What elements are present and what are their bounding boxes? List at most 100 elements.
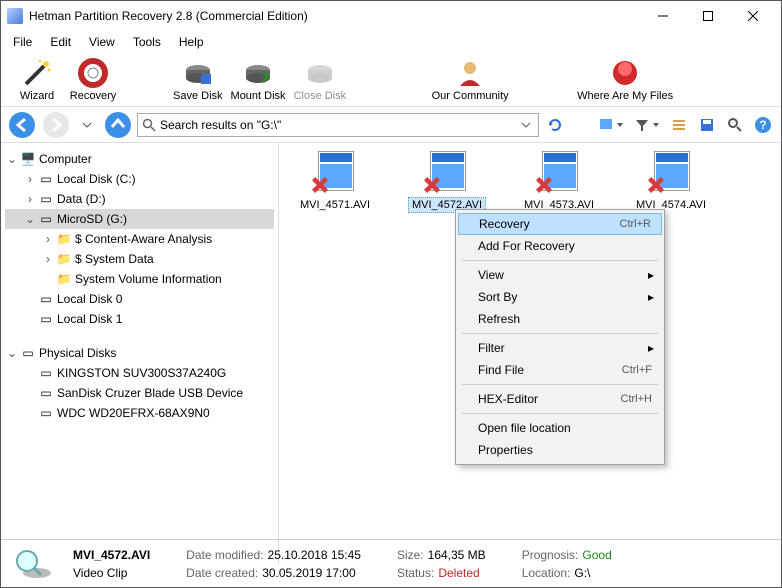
video-file-deleted-icon [534, 151, 584, 193]
close-disk-label: Close Disk [294, 90, 347, 102]
disk-icon: ▭ [37, 405, 55, 421]
status-size-label: Size: [397, 548, 424, 562]
tree-svi[interactable]: 📁System Volume Information [5, 269, 274, 289]
ctx-filter[interactable]: Filter▸ [458, 337, 662, 359]
refresh-button[interactable] [543, 113, 567, 137]
back-button[interactable] [7, 110, 37, 140]
disk-save-icon [182, 57, 214, 89]
menu-file[interactable]: File [5, 33, 40, 51]
ctx-sort-by[interactable]: Sort By▸ [458, 286, 662, 308]
minimize-button[interactable] [640, 2, 685, 30]
ctx-open-file-location[interactable]: Open file location [458, 417, 662, 439]
tree-local-disk-0[interactable]: ▭Local Disk 0 [5, 289, 274, 309]
wand-icon [21, 57, 53, 89]
tree-kingston[interactable]: ▭KINGSTON SUV300S37A240G [5, 363, 274, 383]
recovery-label: Recovery [70, 90, 116, 102]
expand-icon[interactable]: › [41, 252, 55, 266]
status-prognosis-value: Good [582, 548, 611, 562]
file-item[interactable]: MVI_4573.AVI [513, 151, 605, 213]
collapse-icon[interactable]: ⌄ [23, 212, 37, 226]
folder-icon: 📁 [55, 251, 73, 267]
address-input[interactable] [160, 118, 514, 132]
separator [462, 384, 658, 385]
ctx-hex-editor[interactable]: HEX-EditorCtrl+H [458, 388, 662, 410]
expand-icon[interactable]: › [23, 172, 37, 186]
wizard-button[interactable]: Wizard [9, 57, 65, 102]
status-created-label: Date created: [186, 566, 258, 580]
collapse-icon[interactable]: ⌄ [5, 346, 19, 360]
save-disk-label: Save Disk [173, 90, 223, 102]
computer-icon: 🖥️ [19, 151, 37, 167]
expand-icon[interactable]: › [23, 192, 37, 206]
nav-bar: ? [1, 107, 781, 143]
tree-sandisk[interactable]: ▭SanDisk Cruzer Blade USB Device [5, 383, 274, 403]
save-config-button[interactable] [695, 113, 719, 137]
tree-wdc[interactable]: ▭WDC WD20EFRX-68AX9N0 [5, 403, 274, 423]
tree-physical-disks[interactable]: ⌄▭Physical Disks [5, 343, 274, 363]
tree-local-c[interactable]: ›▭Local Disk (C:) [5, 169, 274, 189]
person-icon [454, 57, 486, 89]
window-title: Hetman Partition Recovery 2.8 (Commercia… [29, 9, 640, 23]
ctx-refresh[interactable]: Refresh [458, 308, 662, 330]
view-mode-button[interactable] [595, 113, 627, 137]
disk-icon: ▭ [37, 365, 55, 381]
ctx-add-for-recovery[interactable]: Add For Recovery [458, 235, 662, 257]
ctx-properties[interactable]: Properties [458, 439, 662, 461]
file-name: MVI_4571.AVI [296, 197, 374, 213]
submenu-arrow-icon: ▸ [648, 290, 654, 304]
file-item[interactable]: MVI_4571.AVI [289, 151, 381, 213]
menu-bar: File Edit View Tools Help [1, 31, 781, 53]
forward-button[interactable] [41, 110, 71, 140]
help-button[interactable]: ? [751, 113, 775, 137]
address-dropdown[interactable] [518, 120, 534, 130]
menu-view[interactable]: View [81, 33, 123, 51]
magnifier-drive-icon [11, 546, 55, 582]
ctx-view[interactable]: View▸ [458, 264, 662, 286]
close-disk-button: Close Disk [290, 57, 351, 102]
maximize-button[interactable] [685, 2, 730, 30]
tree-system-data[interactable]: ›📁$ System Data [5, 249, 274, 269]
close-button[interactable] [730, 2, 775, 30]
file-item-selected[interactable]: MVI_4572.AVI [401, 151, 493, 213]
ctx-find-file[interactable]: Find FileCtrl+F [458, 359, 662, 381]
address-bar[interactable] [137, 113, 539, 137]
expand-icon[interactable]: › [41, 232, 55, 246]
drive-icon: ▭ [37, 291, 55, 307]
up-button[interactable] [103, 110, 133, 140]
disk-mount-icon [242, 57, 274, 89]
svg-text:?: ? [759, 118, 766, 132]
tree-computer[interactable]: ⌄🖥️Computer [5, 149, 274, 169]
mount-disk-button[interactable]: Mount Disk [227, 57, 290, 102]
wizard-label: Wizard [20, 90, 54, 102]
status-prognosis-label: Prognosis: [522, 548, 579, 562]
ctx-recovery[interactable]: RecoveryCtrl+R [458, 213, 662, 235]
tree-data-d[interactable]: ›▭Data (D:) [5, 189, 274, 209]
where-label: Where Are My Files [577, 90, 673, 102]
submenu-arrow-icon: ▸ [648, 341, 654, 355]
status-modified-value: 25.10.2018 15:45 [268, 548, 361, 562]
options-button[interactable] [667, 113, 691, 137]
tree-microsd[interactable]: ⌄▭MicroSD (G:) [5, 209, 274, 229]
title-bar: Hetman Partition Recovery 2.8 (Commercia… [1, 1, 781, 31]
status-name: MVI_4572.AVI [73, 548, 150, 562]
tree-panel[interactable]: ⌄🖥️Computer ›▭Local Disk (C:) ›▭Data (D:… [1, 143, 279, 565]
collapse-icon[interactable]: ⌄ [5, 152, 19, 166]
separator [462, 333, 658, 334]
filter-button[interactable] [631, 113, 663, 137]
menu-help[interactable]: Help [171, 33, 212, 51]
search-button[interactable] [723, 113, 747, 137]
menu-edit[interactable]: Edit [42, 33, 79, 51]
status-created-value: 30.05.2019 17:00 [262, 566, 355, 580]
tree-local-disk-1[interactable]: ▭Local Disk 1 [5, 309, 274, 329]
file-item[interactable]: MVI_4574.AVI [625, 151, 717, 213]
recovery-button[interactable]: Recovery [65, 57, 121, 102]
search-icon [142, 118, 156, 132]
drive-icon: ▭ [37, 311, 55, 327]
nav-history-dropdown[interactable] [75, 113, 99, 137]
community-button[interactable]: Our Community [420, 57, 520, 102]
menu-tools[interactable]: Tools [125, 33, 169, 51]
save-disk-button[interactable]: Save Disk [169, 57, 227, 102]
video-file-deleted-icon [422, 151, 472, 193]
where-button[interactable]: Where Are My Files [570, 57, 680, 102]
tree-content-aware[interactable]: ›📁$ Content-Aware Analysis [5, 229, 274, 249]
